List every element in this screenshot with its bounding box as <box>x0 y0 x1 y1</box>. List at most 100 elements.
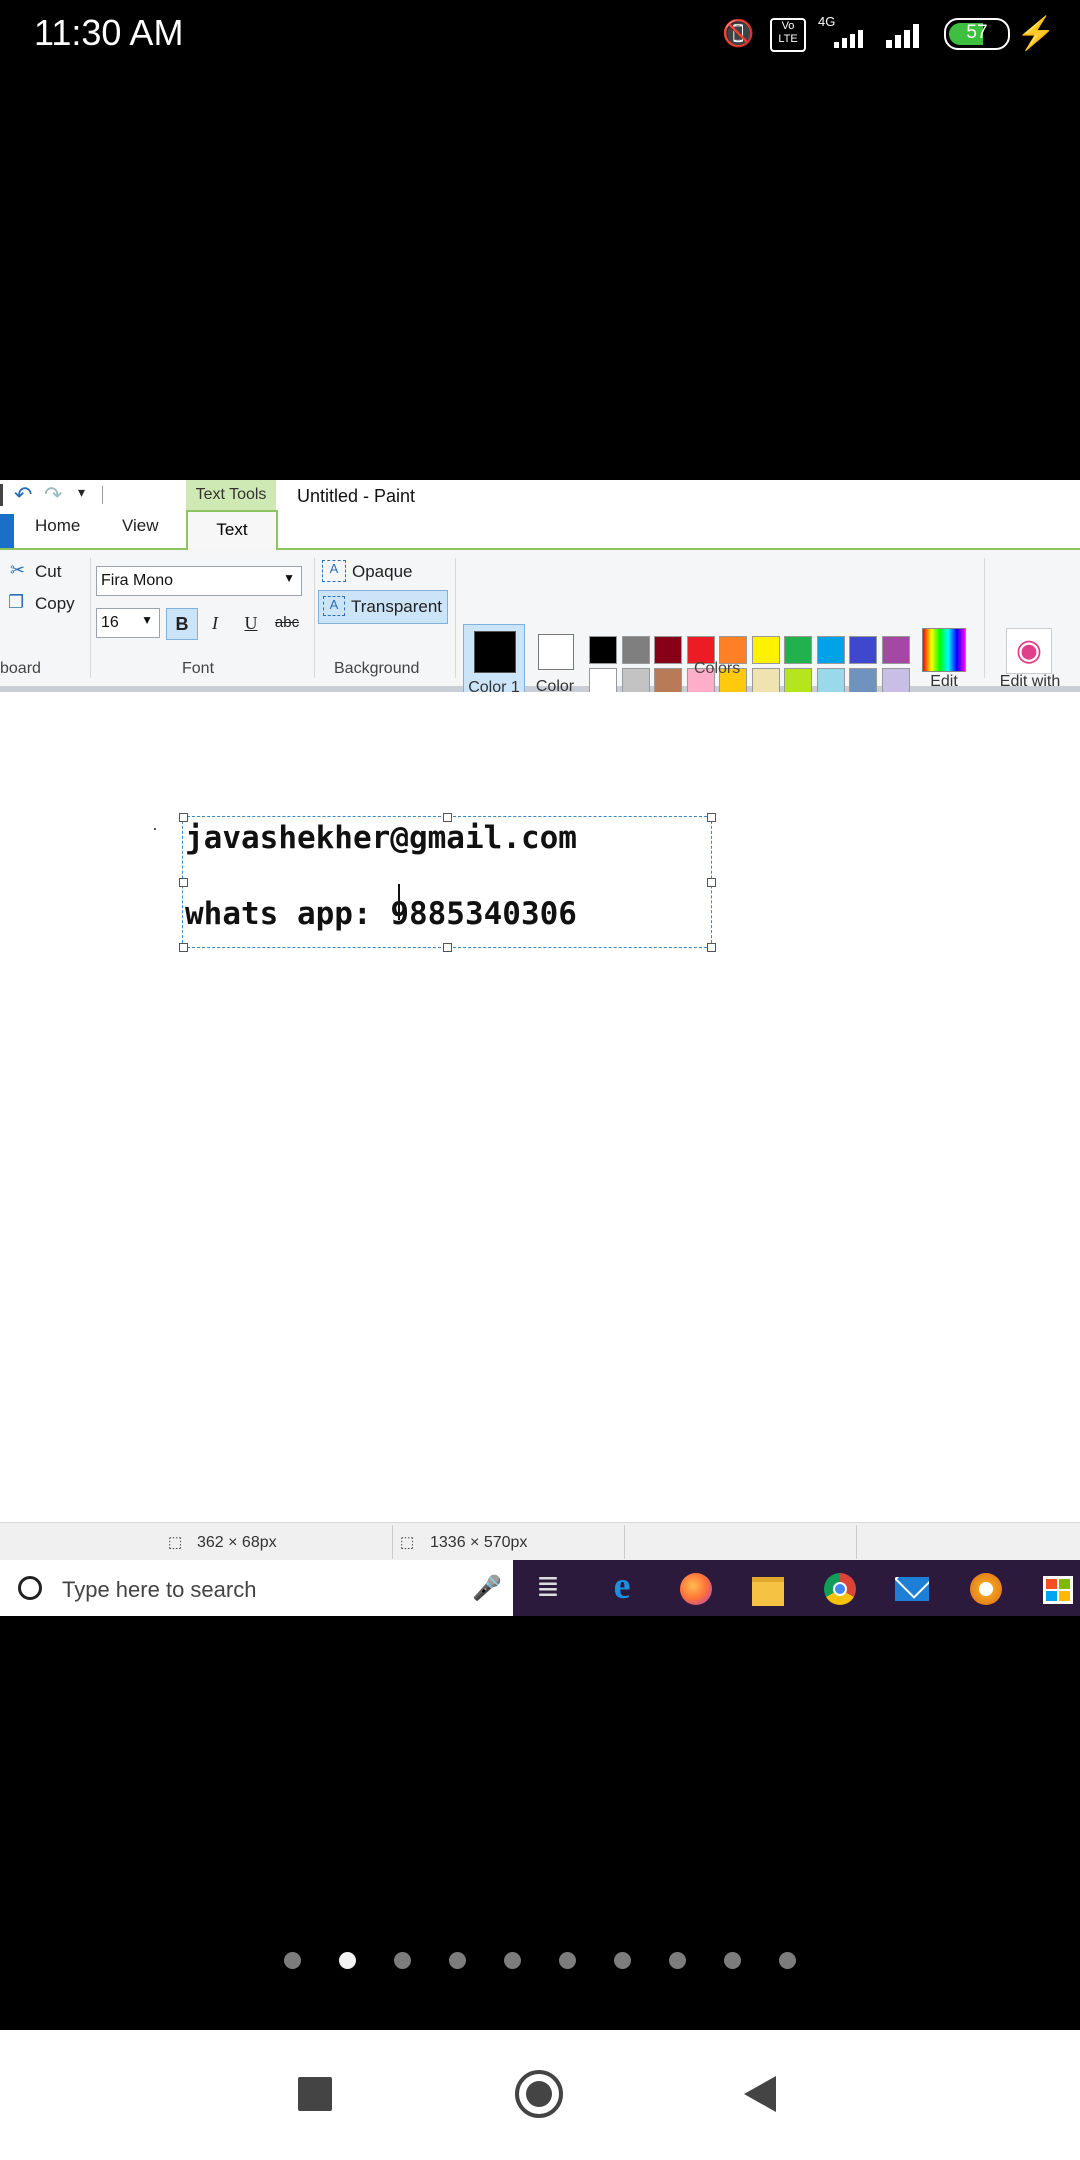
window-edge <box>0 484 3 506</box>
font-family-value: Fira Mono <box>101 572 174 589</box>
quick-access-dropdown-icon[interactable]: ▾ <box>78 484 85 501</box>
cut-button[interactable]: Cut <box>35 562 61 582</box>
background-group-label: Background <box>334 660 420 677</box>
whatsapp-number: 9885340306 <box>390 896 577 932</box>
status-separator <box>392 1525 393 1559</box>
palette-swatch[interactable] <box>751 636 780 664</box>
signal-1-icon <box>820 28 876 53</box>
edge-browser-icon[interactable]: e <box>600 1564 644 1608</box>
page-dot <box>504 1952 521 1969</box>
windows-taskbar: Type here to search 🎤 ≣ e <box>0 1560 1080 1616</box>
resize-handle[interactable] <box>179 943 188 952</box>
color2-swatch[interactable] <box>538 634 574 670</box>
palette-swatch[interactable] <box>849 636 877 664</box>
selection-size: 362 × 68px <box>197 1534 277 1551</box>
opaque-icon: A <box>322 560 346 582</box>
status-separator <box>624 1525 625 1559</box>
ribbon: ✂ Cut ❐ Copy board Fira Mono ▼ 16 ▼ B I … <box>0 550 1080 728</box>
firefox-icon[interactable] <box>674 1570 718 1608</box>
font-group-label: Font <box>182 660 215 677</box>
italic-button[interactable]: I <box>200 608 230 638</box>
page-dot <box>614 1952 631 1969</box>
canvas-speck <box>154 828 156 830</box>
color1-swatch <box>474 631 516 673</box>
underline-button[interactable]: U <box>236 608 266 638</box>
undo-icon[interactable]: ↶ <box>14 482 32 508</box>
volte-label: Vo LTE <box>778 20 798 45</box>
title-bar: ↶ ↷ ▾ Text Tools Untitled - Paint Home V… <box>0 480 1080 550</box>
bold-button[interactable]: B <box>166 608 198 640</box>
android-status-bar: 11:30 AM 📵 Vo LTE 4G 57 ⚡ <box>0 0 1080 70</box>
chrome-icon[interactable] <box>818 1570 862 1608</box>
tab-text[interactable]: Text <box>186 510 278 550</box>
rainbow-palette-icon <box>922 628 966 672</box>
group-separator <box>90 558 91 678</box>
store-icon[interactable] <box>1036 1570 1080 1610</box>
palette-swatch[interactable] <box>621 636 650 664</box>
home-button[interactable] <box>515 2070 563 2118</box>
microphone-icon[interactable]: 🎤 <box>472 1574 502 1603</box>
strikethrough-button[interactable]: abc <box>272 608 302 638</box>
transparent-label: Transparent <box>351 597 443 616</box>
recents-button[interactable] <box>298 2077 332 2111</box>
home-button-inner <box>526 2081 552 2107</box>
android-nav-bar <box>0 2030 1080 2160</box>
palette-swatch[interactable] <box>816 636 845 664</box>
page-dot <box>394 1952 411 1969</box>
resize-handle[interactable] <box>707 878 716 887</box>
text-caret <box>398 884 400 920</box>
file-explorer-icon[interactable] <box>746 1570 790 1613</box>
resize-handle[interactable] <box>443 943 452 952</box>
page-dot <box>284 1952 301 1969</box>
transparent-button[interactable]: A Transparent <box>318 590 448 624</box>
page-dot <box>724 1952 741 1969</box>
opaque-button[interactable]: Opaque <box>352 562 413 582</box>
page-dot <box>779 1952 796 1969</box>
paint3d-icon: ◉ <box>1006 628 1052 674</box>
palette-swatch[interactable] <box>784 636 812 664</box>
drawing-canvas[interactable]: javashekher@gmail.com whats app: 9885340… <box>0 692 1080 1522</box>
file-tab[interactable] <box>0 514 14 548</box>
group-separator <box>314 558 315 678</box>
font-size-select[interactable]: 16 ▼ <box>96 608 160 638</box>
copy-icon: ❐ <box>8 592 25 612</box>
volte-icon: Vo LTE <box>770 18 806 52</box>
chevron-down-icon: ▼ <box>141 613 153 627</box>
resize-handle[interactable] <box>707 943 716 952</box>
page-dot <box>449 1952 466 1969</box>
email-text: javashekher@gmail.com <box>185 820 577 856</box>
resize-handle[interactable] <box>179 878 188 887</box>
font-family-select[interactable]: Fira Mono ▼ <box>96 566 302 596</box>
copy-button[interactable]: Copy <box>35 594 75 614</box>
canvas-size: 1336 × 570px <box>430 1534 528 1551</box>
task-view-icon[interactable]: ≣ <box>526 1570 570 1603</box>
page-dot-active <box>339 1952 356 1969</box>
redo-icon[interactable]: ↷ <box>44 482 62 508</box>
taskbar-search-box[interactable]: Type here to search 🎤 <box>0 1560 513 1616</box>
text-tools-context-tab: Text Tools <box>186 480 276 510</box>
security-shield-icon[interactable] <box>964 1570 1008 1608</box>
resize-handle[interactable] <box>707 813 716 822</box>
group-separator <box>455 558 456 678</box>
colors-group-label: Colors <box>694 660 741 677</box>
title-separator <box>102 486 103 504</box>
tab-view[interactable]: View <box>122 516 159 536</box>
cortana-circle-icon <box>18 1576 42 1600</box>
page-dot <box>669 1952 686 1969</box>
battery-icon: 57 <box>944 18 1010 50</box>
clock: 11:30 AM <box>34 12 184 53</box>
transparent-icon: A <box>323 596 345 616</box>
group-separator <box>984 558 985 678</box>
network-type: 4G <box>818 14 836 29</box>
paint-status-bar: ⬚ 362 × 68px ⬚ 1336 × 570px <box>0 1522 1080 1563</box>
back-button[interactable] <box>744 2076 776 2117</box>
tab-home[interactable]: Home <box>35 516 80 536</box>
palette-swatch[interactable] <box>654 636 682 664</box>
selection-size-icon: ⬚ <box>168 1534 183 1551</box>
font-size-value: 16 <box>101 614 119 631</box>
palette-swatch[interactable] <box>589 636 617 664</box>
signal-2-icon <box>884 24 928 53</box>
palette-swatch[interactable] <box>881 636 910 664</box>
mail-icon[interactable] <box>890 1570 934 1608</box>
clipboard-group-label: board <box>0 660 41 677</box>
